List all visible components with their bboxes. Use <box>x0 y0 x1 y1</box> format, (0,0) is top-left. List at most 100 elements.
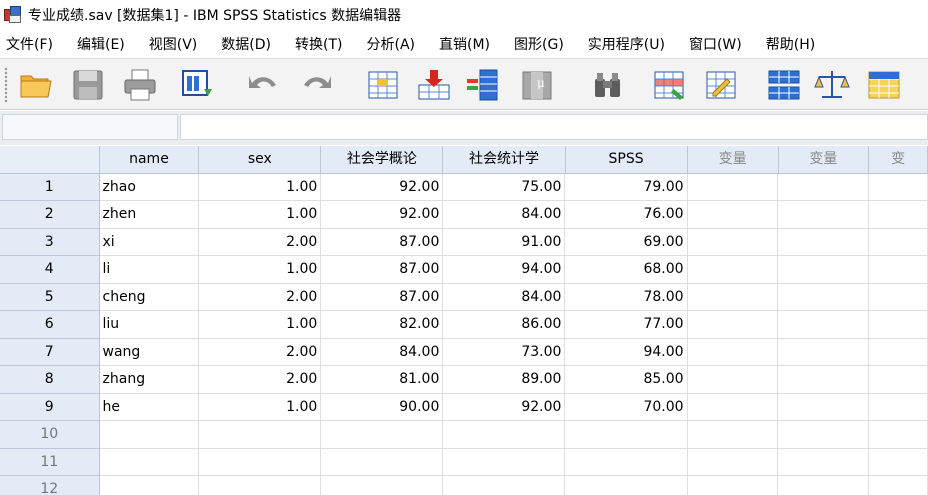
cell-name[interactable]: wang <box>99 338 200 366</box>
insert-cases-icon[interactable] <box>652 67 688 103</box>
cell-empty[interactable] <box>778 448 870 476</box>
cell-empty[interactable] <box>869 338 928 366</box>
cell-sociology-intro[interactable]: 87.00 <box>321 283 444 311</box>
cell-sex[interactable]: 2.00 <box>199 228 322 256</box>
cell-name[interactable]: zhen <box>99 201 200 229</box>
menu-window[interactable]: 窗口(W) <box>683 34 742 54</box>
row-number[interactable]: 10 <box>0 421 100 449</box>
cell-social-statistics[interactable]: 75.00 <box>443 173 566 201</box>
print-icon[interactable] <box>122 67 158 103</box>
cell-social-statistics[interactable]: 86.00 <box>443 311 566 339</box>
cell-empty[interactable] <box>687 256 779 284</box>
cell-sociology-intro[interactable]: 90.00 <box>321 393 444 421</box>
cell-sex[interactable]: 2.00 <box>199 366 322 394</box>
cell-empty[interactable] <box>869 228 928 256</box>
cell-empty[interactable] <box>778 201 870 229</box>
cell-sociology-intro[interactable]: 87.00 <box>321 228 444 256</box>
menu-transform[interactable]: 转换(T) <box>289 34 342 54</box>
cell-empty[interactable] <box>778 338 870 366</box>
row-number[interactable]: 5 <box>0 283 100 311</box>
row-number[interactable]: 2 <box>0 201 100 229</box>
variables-icon[interactable] <box>464 67 500 103</box>
cell-empty[interactable] <box>687 421 779 449</box>
column-header-empty-variable[interactable]: 变量 <box>778 146 870 174</box>
cell-sex[interactable]: 2.00 <box>199 338 322 366</box>
cell-sex[interactable] <box>199 476 322 495</box>
cell-empty[interactable] <box>688 476 779 495</box>
cell-sex[interactable]: 1.00 <box>199 393 322 421</box>
cell-sex[interactable]: 1.00 <box>199 256 322 284</box>
cell-empty[interactable] <box>869 421 928 449</box>
menu-direct-marketing[interactable]: 直销(M) <box>433 34 490 54</box>
cell-name[interactable]: liu <box>99 311 200 339</box>
cell-name[interactable]: he <box>99 393 200 421</box>
cell-name[interactable] <box>100 476 200 495</box>
column-header-sex[interactable]: sex <box>199 146 322 174</box>
row-number[interactable]: 8 <box>0 366 100 394</box>
cell-social-statistics[interactable]: 73.00 <box>443 338 566 366</box>
menu-utilities[interactable]: 实用程序(U) <box>582 34 665 54</box>
cell-empty[interactable] <box>778 173 870 201</box>
cell-empty[interactable] <box>778 366 870 394</box>
cell-empty[interactable] <box>869 366 928 394</box>
cell-empty[interactable] <box>687 283 779 311</box>
cell-reference-field[interactable] <box>2 114 178 140</box>
row-number[interactable]: 12 <box>0 476 100 495</box>
cell-empty[interactable] <box>778 311 870 339</box>
redo-icon[interactable] <box>300 67 336 103</box>
cell-social-statistics[interactable]: 84.00 <box>443 201 566 229</box>
cell-spss[interactable] <box>565 476 688 495</box>
cell-spss[interactable]: 69.00 <box>565 228 688 256</box>
row-number[interactable]: 4 <box>0 256 100 284</box>
cell-empty[interactable] <box>778 476 870 495</box>
goto-case-icon[interactable] <box>366 67 402 103</box>
cell-name[interactable]: cheng <box>99 283 200 311</box>
cell-spss[interactable] <box>565 421 688 449</box>
cell-name[interactable]: zhao <box>99 173 200 201</box>
row-number[interactable]: 6 <box>0 311 100 339</box>
column-header-empty-variable[interactable]: 变量 <box>687 146 779 174</box>
menu-help[interactable]: 帮助(H) <box>760 34 815 54</box>
cell-sex[interactable]: 1.00 <box>199 311 322 339</box>
cell-sex[interactable] <box>199 421 322 449</box>
cell-social-statistics[interactable] <box>443 476 566 495</box>
cell-social-statistics[interactable] <box>443 448 566 476</box>
dialog-recall-icon[interactable] <box>180 67 216 103</box>
column-header-name[interactable]: name <box>99 146 200 174</box>
cell-empty[interactable] <box>869 476 928 495</box>
cell-sociology-intro[interactable]: 81.00 <box>321 366 444 394</box>
cell-empty[interactable] <box>778 421 870 449</box>
column-header-social-statistics[interactable]: 社会统计学 <box>443 146 566 174</box>
cell-empty[interactable] <box>687 338 779 366</box>
open-folder-icon[interactable] <box>18 67 54 103</box>
undo-icon[interactable] <box>244 67 280 103</box>
cell-sociology-intro[interactable] <box>321 476 444 495</box>
split-file-icon[interactable] <box>766 67 802 103</box>
cell-name[interactable] <box>99 421 200 449</box>
cell-social-statistics[interactable]: 84.00 <box>443 283 566 311</box>
cell-empty[interactable] <box>869 393 928 421</box>
cell-empty[interactable] <box>687 173 779 201</box>
cell-spss[interactable]: 68.00 <box>565 256 688 284</box>
column-header-sociology-intro[interactable]: 社会学概论 <box>321 146 444 174</box>
goto-variable-icon[interactable] <box>416 67 452 103</box>
cell-sociology-intro[interactable]: 84.00 <box>321 338 444 366</box>
cell-sex[interactable]: 2.00 <box>199 283 322 311</box>
cell-social-statistics[interactable]: 92.00 <box>443 393 566 421</box>
cell-social-statistics[interactable]: 89.00 <box>443 366 566 394</box>
cell-spss[interactable]: 78.00 <box>565 283 688 311</box>
cell-sociology-intro[interactable]: 87.00 <box>321 256 444 284</box>
menu-file[interactable]: 文件(F) <box>0 34 53 54</box>
cell-sociology-intro[interactable]: 92.00 <box>321 201 444 229</box>
cell-empty[interactable] <box>778 228 870 256</box>
cell-name[interactable] <box>99 448 200 476</box>
cell-name[interactable]: xi <box>99 228 200 256</box>
cell-name[interactable]: zhang <box>99 366 200 394</box>
cell-social-statistics[interactable]: 91.00 <box>443 228 566 256</box>
cell-empty[interactable] <box>869 283 928 311</box>
cell-sociology-intro[interactable] <box>321 448 444 476</box>
row-number[interactable]: 11 <box>0 448 100 476</box>
row-number[interactable]: 9 <box>0 393 100 421</box>
cell-empty[interactable] <box>687 201 779 229</box>
cell-empty[interactable] <box>869 256 928 284</box>
